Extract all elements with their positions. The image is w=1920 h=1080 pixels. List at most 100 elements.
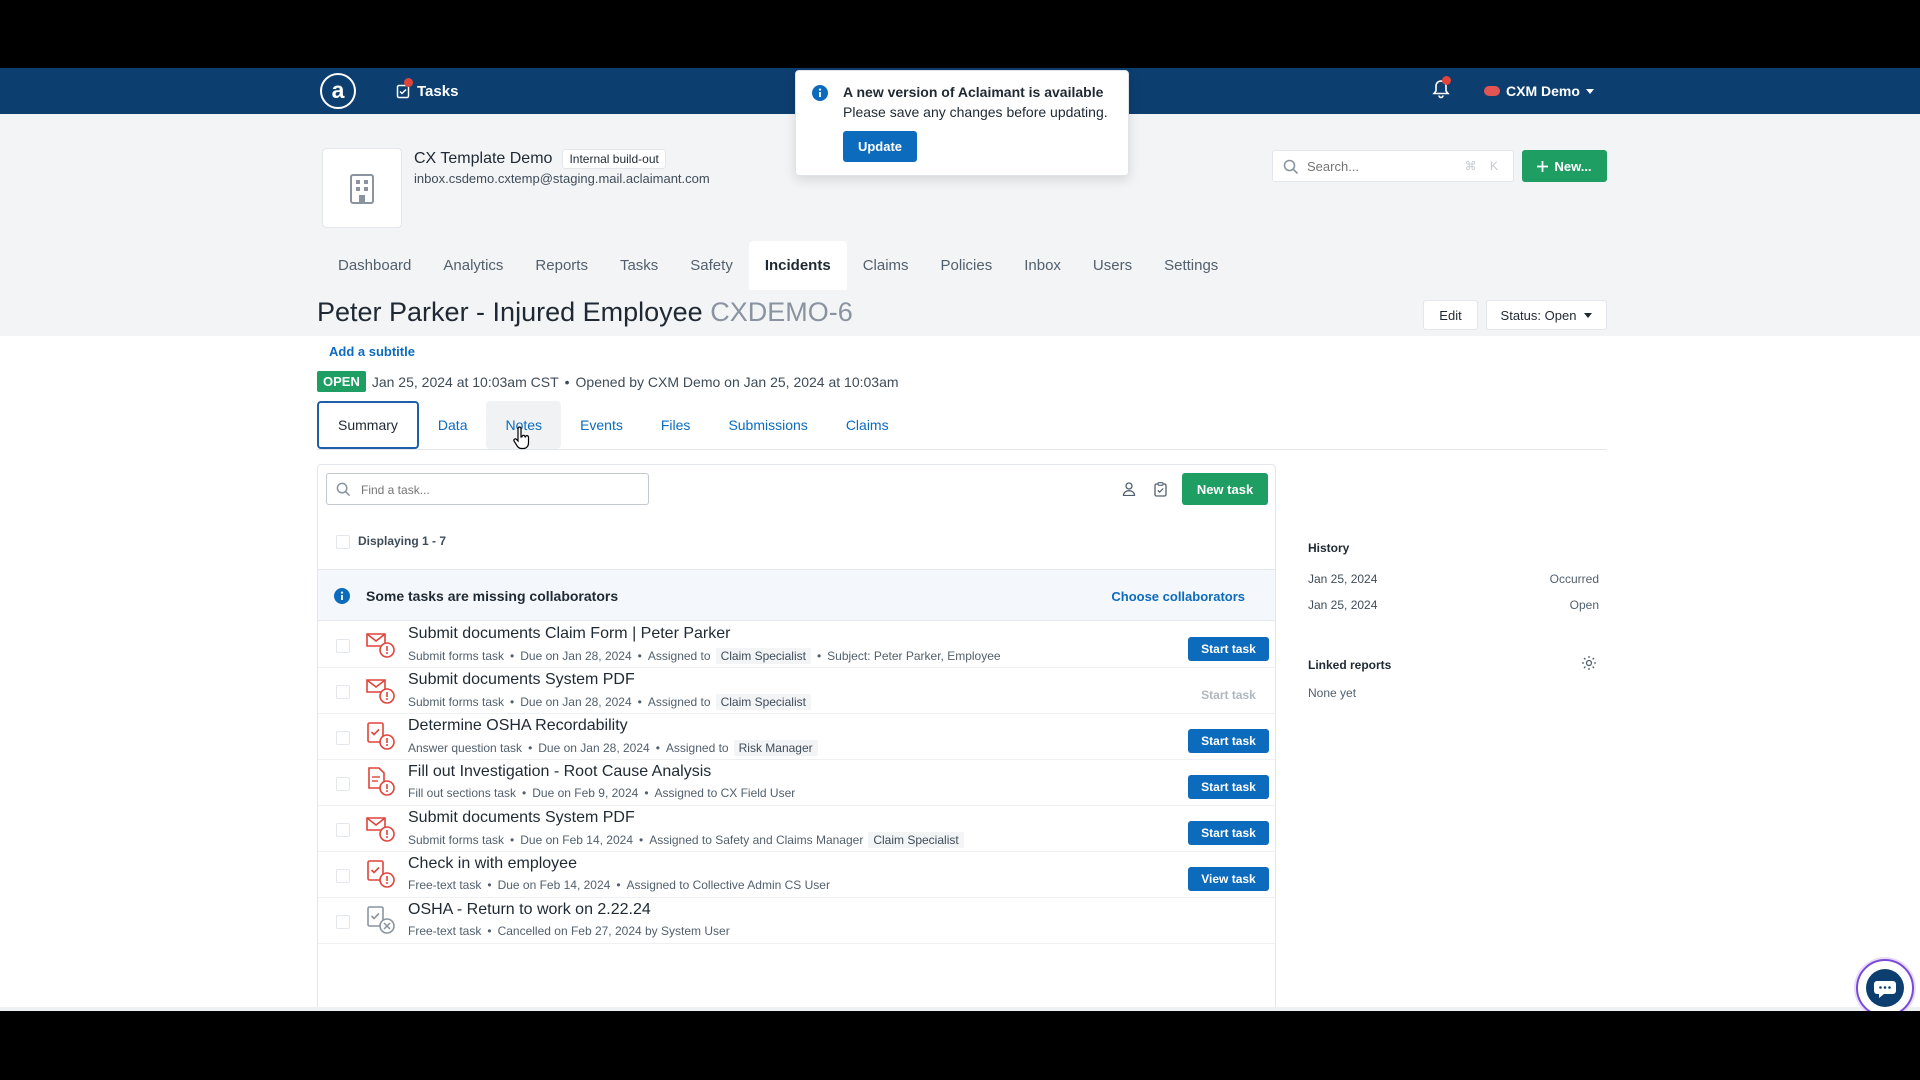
select-all-checkbox[interactable] bbox=[336, 535, 350, 549]
view-task-button[interactable]: View task bbox=[1188, 867, 1269, 891]
incident-title: Peter Parker - Injured Employee bbox=[317, 297, 703, 327]
clipboard-alert-icon bbox=[363, 856, 397, 895]
tab-reports[interactable]: Reports bbox=[519, 241, 604, 290]
tab-data[interactable]: Data bbox=[419, 401, 487, 449]
user-name: CXM Demo bbox=[1506, 83, 1580, 99]
search-shortcut: ⌘ K bbox=[1464, 159, 1503, 173]
history-row: Jan 25, 2024 Open bbox=[1308, 598, 1599, 612]
task-title[interactable]: Submit documents System PDF bbox=[408, 809, 635, 827]
task-title[interactable]: Submit documents Claim Form | Peter Park… bbox=[408, 625, 730, 643]
nav-tasks-link[interactable]: Tasks bbox=[395, 68, 458, 114]
separator: • bbox=[510, 649, 515, 663]
assignee-role-tag: Claim Specialist bbox=[868, 832, 964, 848]
task-checkbox[interactable] bbox=[336, 639, 350, 653]
start-task-button[interactable]: Start task bbox=[1188, 683, 1269, 707]
company-tag: Internal build-out bbox=[562, 149, 666, 169]
find-task-input[interactable] bbox=[361, 480, 631, 500]
separator: • bbox=[637, 649, 642, 663]
notifications-bell-icon[interactable] bbox=[1432, 76, 1452, 101]
tab-tasks[interactable]: Tasks bbox=[604, 241, 674, 290]
task-checkbox[interactable] bbox=[336, 823, 350, 837]
chat-support-button[interactable] bbox=[1856, 959, 1914, 1011]
task-checkbox[interactable] bbox=[336, 685, 350, 699]
new-button-label: New... bbox=[1554, 158, 1592, 174]
plus-icon bbox=[1537, 160, 1549, 172]
task-title[interactable]: Determine OSHA Recordability bbox=[408, 717, 628, 735]
start-task-button[interactable]: Start task bbox=[1188, 637, 1269, 661]
task-row[interactable]: Submit documents System PDF Submit forms … bbox=[318, 806, 1275, 852]
task-row[interactable]: Submit documents Claim Form | Peter Park… bbox=[318, 622, 1275, 668]
company-title: CX Template Demo bbox=[414, 150, 553, 167]
choose-collaborators-link[interactable]: Choose collaborators bbox=[1111, 589, 1245, 604]
task-row[interactable]: Check in with employee Free-text task • Due… bbox=[318, 852, 1275, 898]
assignee-role-tag: Risk Manager bbox=[733, 740, 818, 756]
tab-claims-sub[interactable]: Claims bbox=[827, 401, 908, 449]
task-row[interactable]: Submit documents System PDF Submit forms … bbox=[318, 668, 1275, 714]
separator: • bbox=[644, 786, 649, 800]
task-checkbox[interactable] bbox=[336, 915, 350, 929]
task-details: Free-text task • Cancelled on Feb 27, 2024… bbox=[408, 924, 730, 938]
task-row[interactable]: Fill out Investigation - Root Cause Anal… bbox=[318, 760, 1275, 806]
update-title: A new version of Aclaimant is available bbox=[843, 84, 1104, 100]
find-task-search[interactable] bbox=[326, 473, 649, 505]
task-title[interactable]: Check in with employee bbox=[408, 855, 577, 873]
task-title[interactable]: OSHA - Return to work on 2.22.24 bbox=[408, 901, 651, 919]
start-task-button[interactable]: Start task bbox=[1188, 775, 1269, 799]
tab-dashboard[interactable]: Dashboard bbox=[322, 241, 427, 290]
tab-policies[interactable]: Policies bbox=[925, 241, 1009, 290]
task-due: Due on Feb 9, 2024 bbox=[532, 786, 639, 800]
task-row[interactable]: OSHA - Return to work on 2.22.24 Free-tex… bbox=[318, 898, 1275, 944]
task-checkbox[interactable] bbox=[336, 777, 350, 791]
tab-inbox[interactable]: Inbox bbox=[1008, 241, 1077, 290]
tab-safety[interactable]: Safety bbox=[674, 241, 749, 290]
task-details: Submit forms task • Due on Jan 28, 2024 • As… bbox=[408, 648, 1001, 664]
new-button[interactable]: New... bbox=[1522, 150, 1607, 182]
status-label: Status: Open bbox=[1500, 307, 1577, 323]
tab-files[interactable]: Files bbox=[642, 401, 710, 449]
tab-settings[interactable]: Settings bbox=[1148, 241, 1234, 290]
new-task-button[interactable]: New task bbox=[1182, 473, 1268, 505]
company-logo-card bbox=[322, 148, 402, 228]
search-input[interactable] bbox=[1307, 156, 1457, 176]
tab-analytics[interactable]: Analytics bbox=[427, 241, 519, 290]
task-checkbox[interactable] bbox=[336, 731, 350, 745]
linked-reports-empty: None yet bbox=[1308, 686, 1357, 700]
start-task-button[interactable]: Start task bbox=[1188, 821, 1269, 845]
task-title[interactable]: Fill out Investigation - Root Cause Anal… bbox=[408, 763, 711, 781]
task-assigned: Assigned to bbox=[665, 741, 729, 755]
task-type: Answer question task bbox=[408, 741, 523, 755]
person-filter-icon[interactable] bbox=[1122, 482, 1136, 496]
task-due: Due on Jan 28, 2024 bbox=[538, 741, 650, 755]
tab-incidents[interactable]: Incidents bbox=[748, 241, 847, 290]
task-checkbox[interactable] bbox=[336, 869, 350, 883]
tab-events[interactable]: Events bbox=[561, 401, 642, 449]
aclaimant-logo[interactable]: a bbox=[320, 73, 356, 109]
task-due: Cancelled on Feb 27, 2024 by System User bbox=[497, 924, 730, 938]
gear-icon[interactable] bbox=[1581, 655, 1597, 671]
status-dropdown[interactable]: Status: Open bbox=[1486, 300, 1607, 330]
tab-submissions[interactable]: Submissions bbox=[709, 401, 826, 449]
edit-button[interactable]: Edit bbox=[1423, 300, 1478, 330]
task-row[interactable]: Determine OSHA Recordability Answer quest… bbox=[318, 714, 1275, 760]
separator: • bbox=[616, 878, 621, 892]
tab-users[interactable]: Users bbox=[1077, 241, 1148, 290]
task-title[interactable]: Submit documents System PDF bbox=[408, 671, 635, 689]
add-subtitle-link[interactable]: Add a subtitle bbox=[329, 344, 415, 359]
update-button[interactable]: Update bbox=[843, 131, 917, 162]
clipboard-cancelled-icon bbox=[363, 902, 397, 941]
task-subject: Subject: Peter Parker, Employee bbox=[827, 649, 1001, 663]
task-type: Free-text task bbox=[408, 878, 482, 892]
incident-meta: OPEN Jan 25, 2024 at 10:03am CST • Opene… bbox=[317, 371, 899, 392]
global-search[interactable]: ⌘ K bbox=[1272, 150, 1514, 182]
tab-claims[interactable]: Claims bbox=[847, 241, 925, 290]
missing-collaborators-banner: Some tasks are missing collaborators Cho… bbox=[318, 569, 1275, 621]
start-task-button[interactable]: Start task bbox=[1188, 729, 1269, 753]
search-icon bbox=[1283, 159, 1299, 175]
envelope-alert-icon bbox=[363, 672, 397, 711]
assignee-role-tag: Claim Specialist bbox=[715, 694, 811, 710]
app-window: a Tasks CXM Demo A new version of Aclaim… bbox=[0, 68, 1920, 1011]
assignee-role-tag: Claim Specialist bbox=[715, 648, 811, 664]
user-menu[interactable]: CXM Demo bbox=[1484, 68, 1594, 114]
clipboard-filter-icon[interactable] bbox=[1154, 482, 1167, 497]
tab-summary[interactable]: Summary bbox=[317, 400, 419, 449]
